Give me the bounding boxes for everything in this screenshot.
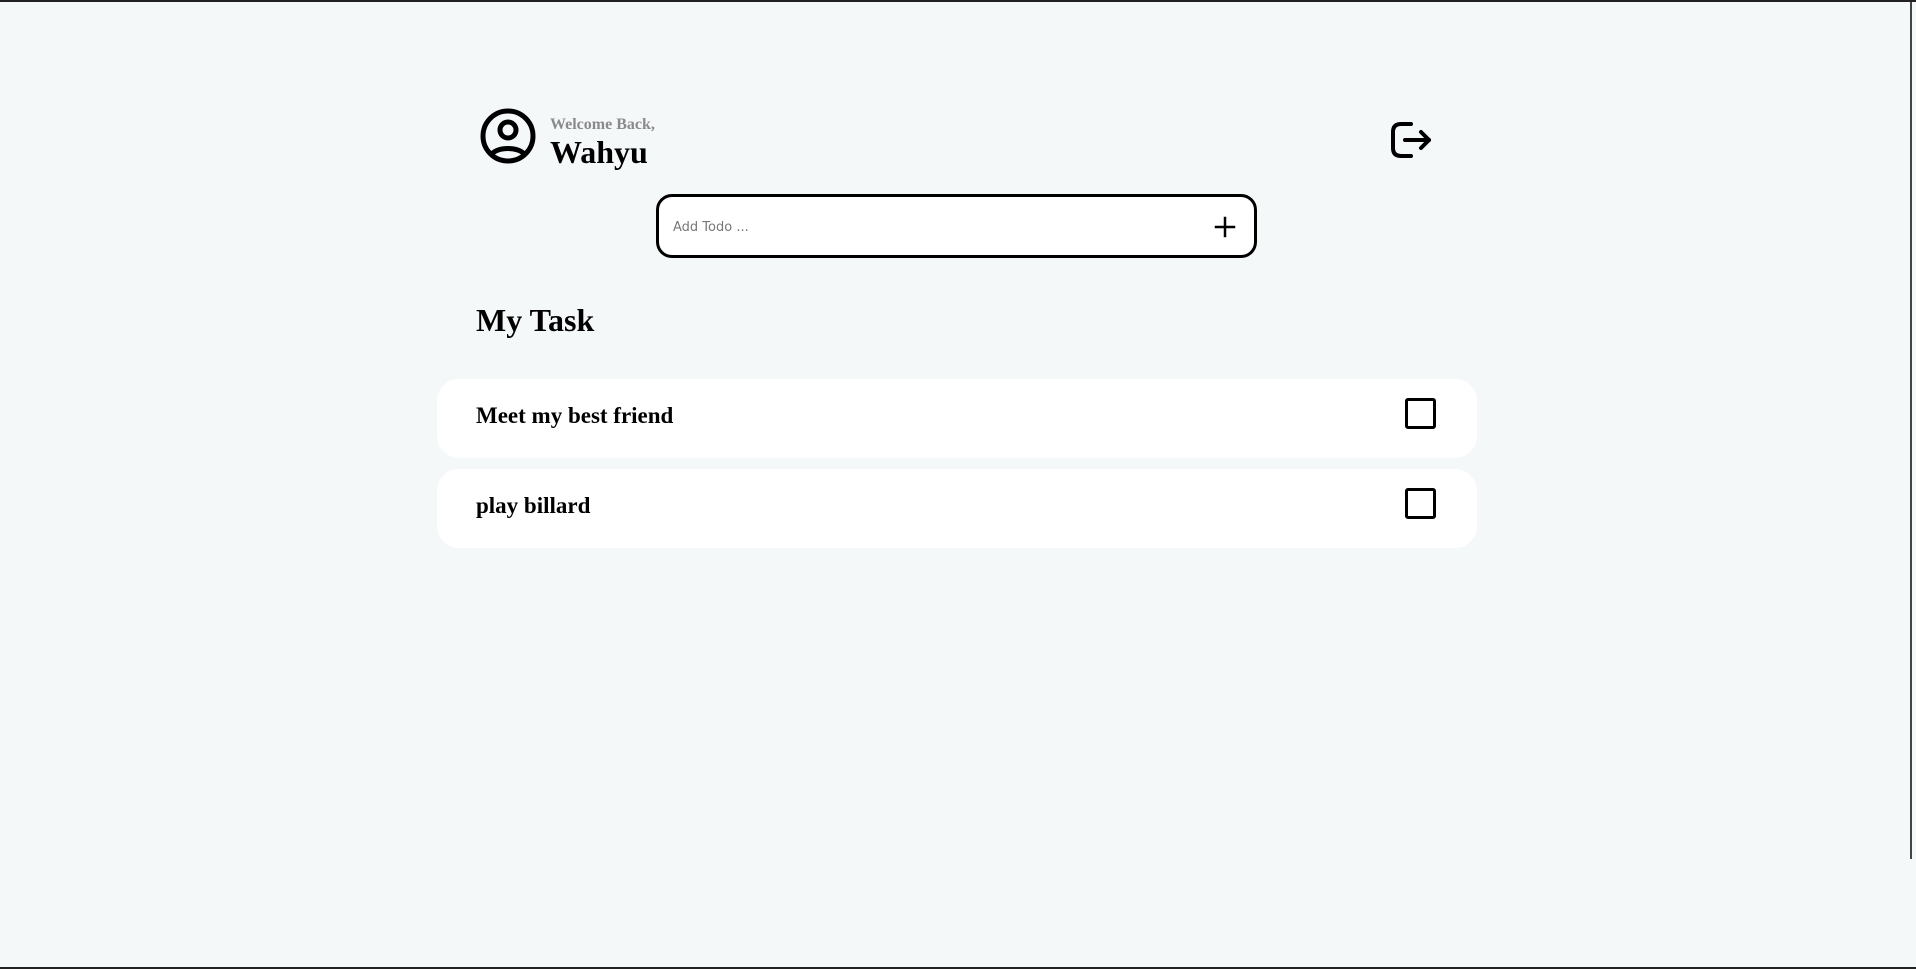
task-checkbox[interactable] [1405, 488, 1436, 519]
username: Wahyu [550, 134, 648, 170]
add-todo-input[interactable] [671, 211, 1195, 243]
header: Welcome Back, Wahyu [437, 104, 1477, 174]
logout-icon[interactable] [1389, 118, 1433, 162]
add-todo-form [656, 194, 1257, 258]
task-text: play billard [476, 493, 591, 518]
todo-app: Welcome Back, Wahyu My Task Meet my best… [437, 2, 1477, 967]
plus-icon[interactable] [1213, 215, 1237, 239]
task-checkbox[interactable] [1405, 398, 1436, 429]
section-title: My Task [476, 302, 595, 338]
user-circle-icon [480, 108, 536, 164]
task-item: play billard [437, 469, 1477, 548]
task-text: Meet my best friend [476, 403, 674, 428]
task-item: Meet my best friend [437, 379, 1477, 458]
window-scroll-edge [1910, 2, 1912, 859]
task-list: Meet my best friend play billard [437, 379, 1477, 559]
welcome-text: Welcome Back, [550, 116, 655, 133]
